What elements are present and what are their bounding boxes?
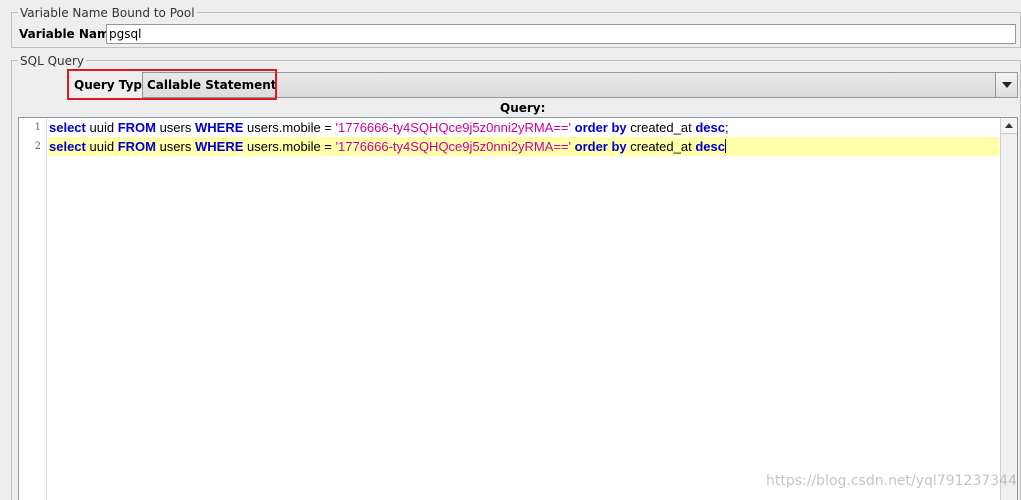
line-number: 2 <box>34 141 41 152</box>
line-number-gutter: 1 2 <box>19 118 47 500</box>
query-type-dropdown[interactable]: Callable Statement <box>142 72 1018 98</box>
code-token: = <box>324 120 336 135</box>
code-token: desc <box>695 120 725 135</box>
code-token: select <box>49 120 86 135</box>
code-token: uuid <box>85 139 118 154</box>
code-line-current[interactable]: select uuid FROM users WHERE users.mobil… <box>48 137 999 156</box>
vertical-scrollbar[interactable] <box>1000 118 1017 500</box>
code-token: '1776666-ty4SQHQce9j5z0nni2yRMA==' <box>335 120 572 135</box>
code-token: ; <box>724 120 729 135</box>
code-token: users <box>155 120 195 135</box>
sql-query-group-title: SQL Query <box>18 54 87 68</box>
sql-editor[interactable]: 1 2 select uuid FROM users WHERE users.m… <box>18 117 1018 500</box>
code-token: order by <box>574 139 627 154</box>
code-token: FROM <box>117 120 156 135</box>
variable-name-group-title: Variable Name Bound to Pool <box>18 6 197 20</box>
code-token: created_at <box>626 139 696 154</box>
code-token: users <box>155 139 195 154</box>
code-line[interactable]: select uuid FROM users WHERE users.mobil… <box>48 118 999 137</box>
code-token: order by <box>574 120 627 135</box>
line-number: 1 <box>34 122 41 133</box>
code-token: desc <box>695 139 725 154</box>
code-token: created_at <box>626 120 696 135</box>
watermark: https://blog.csdn.net/yql791237344 <box>766 473 1017 489</box>
code-token: '1776666-ty4SQHQce9j5z0nni2yRMA==' <box>335 139 572 154</box>
query-label: Query: <box>500 101 546 115</box>
text-caret <box>724 139 726 153</box>
code-token: WHERE <box>194 120 244 135</box>
chevron-down-icon[interactable] <box>995 73 1017 97</box>
code-token: users.mobile <box>243 120 325 135</box>
code-token: uuid <box>85 120 118 135</box>
variable-name-input[interactable]: pgsql <box>106 24 1016 44</box>
scroll-up-arrow-icon[interactable] <box>1001 118 1017 134</box>
code-token: users.mobile <box>243 139 325 154</box>
code-token: FROM <box>117 139 156 154</box>
query-type-value: Callable Statement <box>147 78 277 92</box>
code-token: WHERE <box>194 139 244 154</box>
code-token: = <box>324 139 336 154</box>
code-token: select <box>49 139 86 154</box>
